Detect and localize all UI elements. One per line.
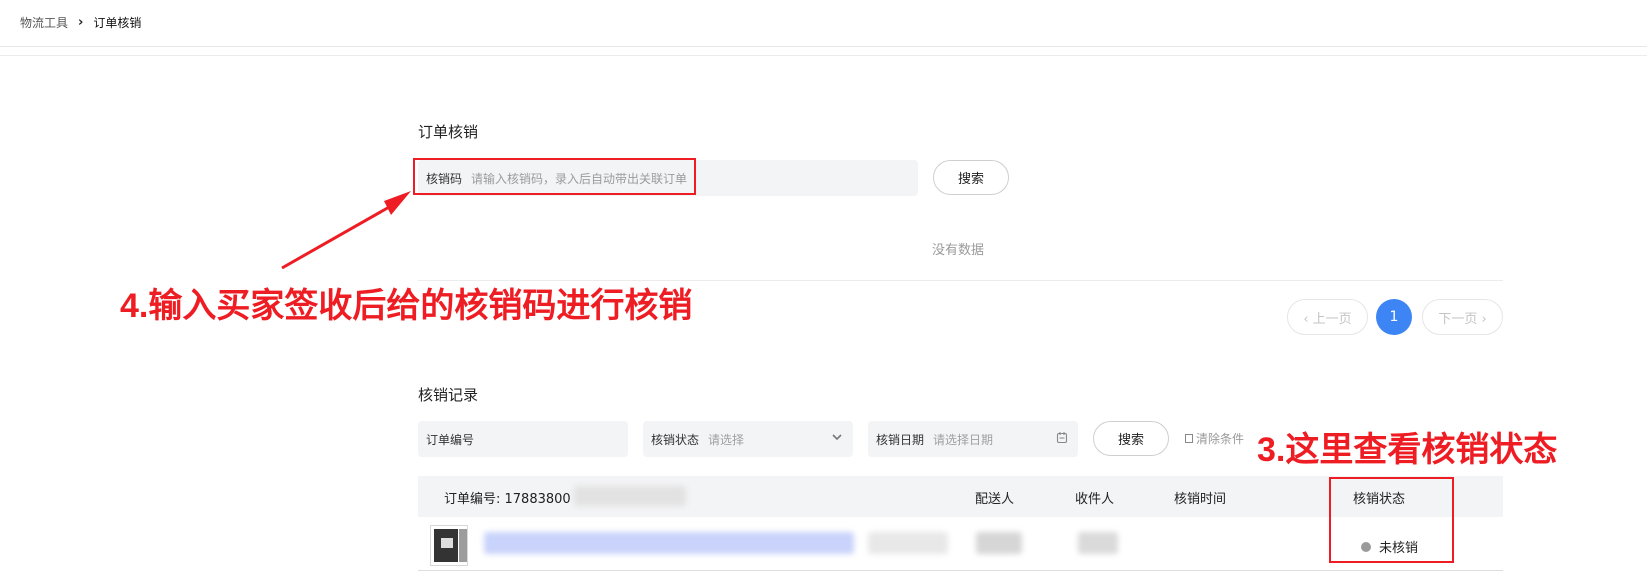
annotation-step3: 3.这里查看核销状态 [1257, 431, 1558, 469]
annotation-step4: 4.输入买家签收后给的核销码进行核销 [120, 287, 693, 325]
